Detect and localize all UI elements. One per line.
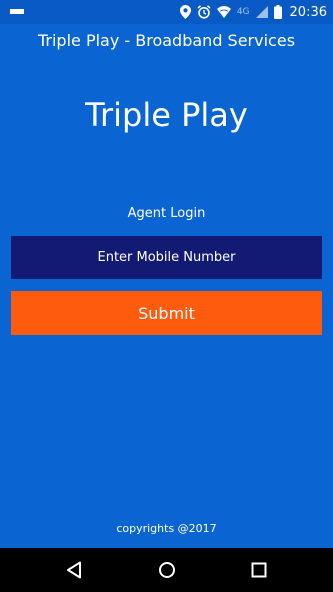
nav-recents-button[interactable] [229,548,289,592]
alarm-icon [197,5,211,19]
status-bar: 4G 20:36 [0,0,333,24]
mobile-number-input[interactable] [11,236,322,279]
hero-title: Triple Play [85,96,248,134]
status-icons: 4G 20:36 [179,0,327,24]
back-icon [67,561,81,579]
battery-icon [273,5,282,19]
agent-login-label: Agent Login [127,206,206,221]
wifi-icon [216,6,231,18]
copyright-text: copyrights @2017 [116,522,217,535]
cell-signal-icon [255,6,268,18]
app-bar-title: Triple Play - Broadband Services [37,30,296,50]
status-time: 20:36 [289,4,327,20]
home-icon [159,562,175,578]
nav-home-button[interactable] [137,548,197,592]
navigation-bar [0,548,333,592]
app-bar: Triple Play - Broadband Services [0,24,333,56]
submit-button[interactable]: Submit [11,291,322,335]
recents-icon [251,562,267,578]
location-icon [179,5,191,19]
notification-icon [10,9,24,14]
network-type-label: 4G [236,7,250,17]
nav-back-button[interactable] [44,548,104,592]
